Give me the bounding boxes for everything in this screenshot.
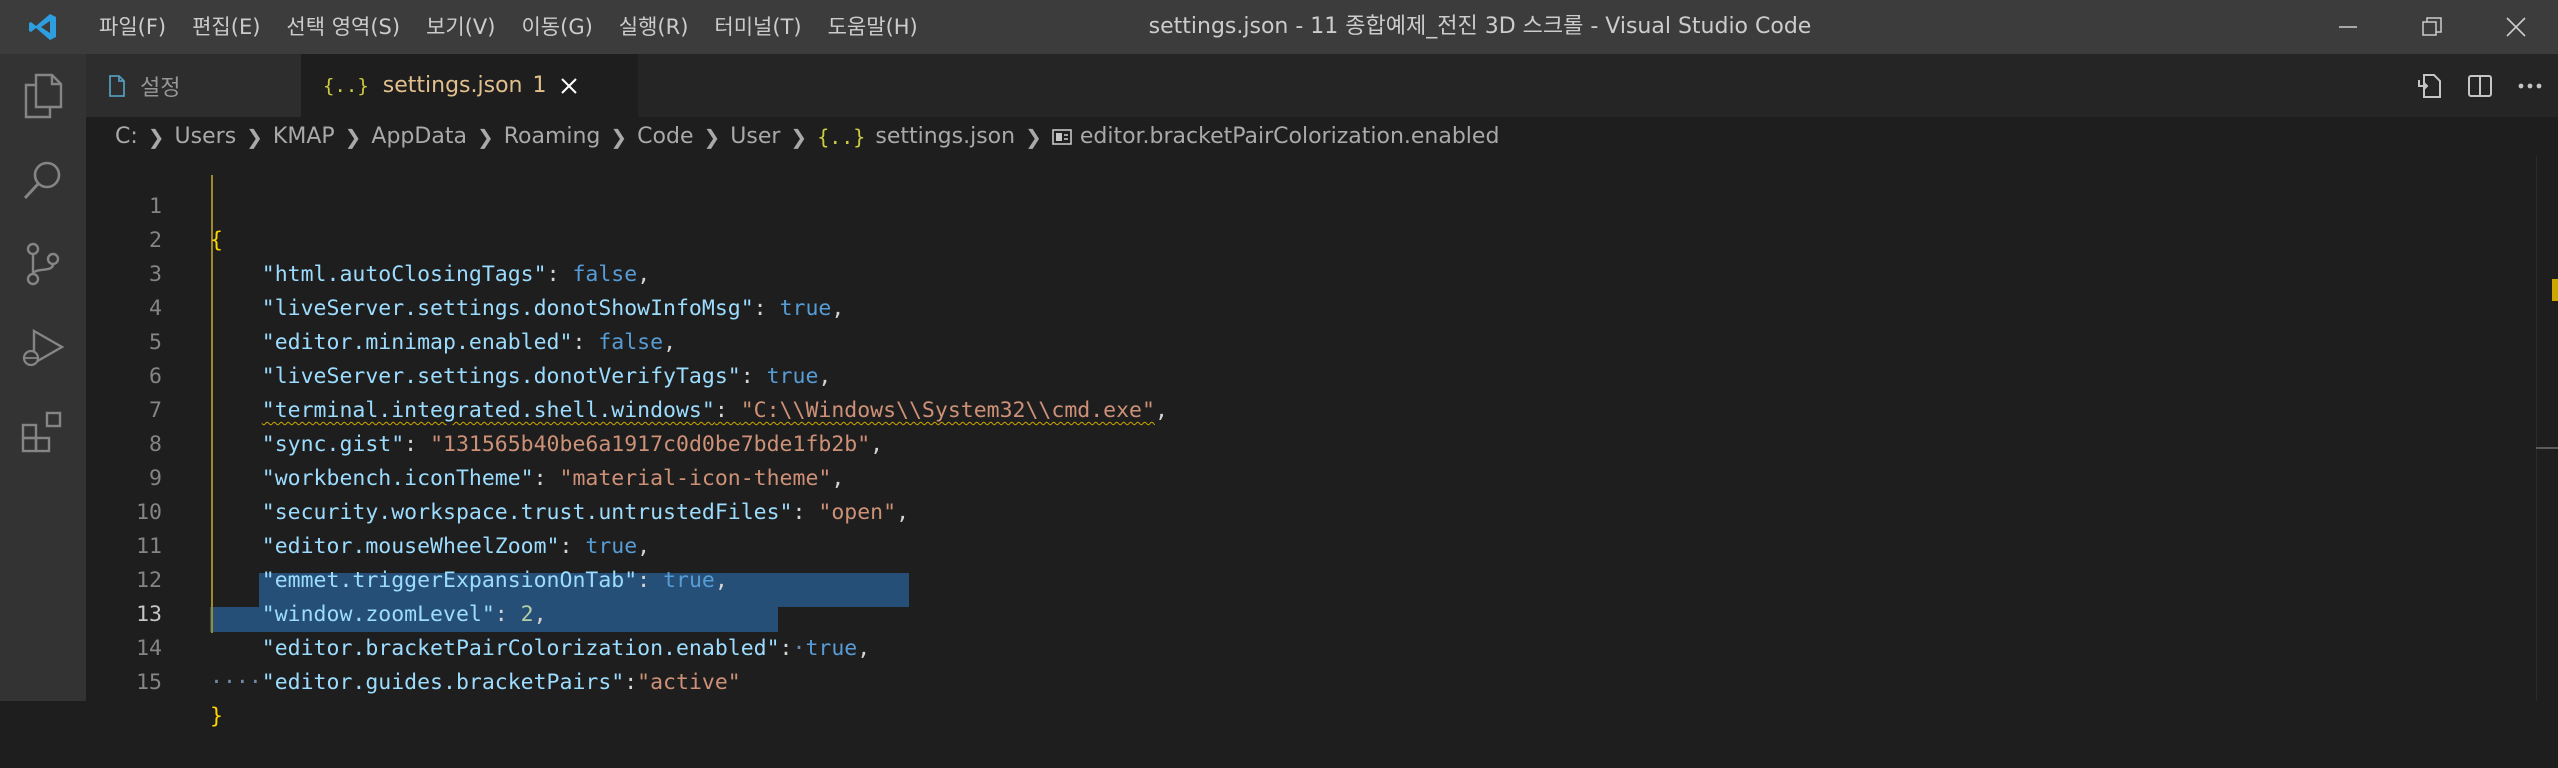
menu-view[interactable]: 보기(V) — [413, 0, 508, 54]
source-control-icon — [26, 242, 60, 286]
tab-bar: 설정 {..} settings.json 1 — [86, 54, 2558, 117]
run-debug-button[interactable] — [0, 306, 86, 390]
tab-label: settings.json — [382, 73, 523, 98]
breadcrumb-item[interactable]: C: — [115, 124, 138, 149]
breadcrumb-item[interactable]: KMAP — [273, 124, 335, 149]
restore-icon — [2422, 17, 2442, 36]
problems-count-badge: 1 — [532, 73, 547, 98]
explorer-button[interactable] — [0, 54, 86, 138]
chevron-right-icon: ❯ — [1025, 124, 1042, 149]
code-line-active: 13 "editor.bracketPairColorization.enabl… — [86, 564, 2536, 661]
title-bar: 파일(F) 편집(E) 선택 영역(S) 보기(V) 이동(G) 실행(R) 터… — [0, 0, 2558, 54]
breadcrumb-item[interactable]: User — [730, 124, 780, 149]
code-line: 8 "workbench.iconTheme": "material-icon-… — [86, 394, 2536, 491]
code-line: 2 "html.autoClosingTags": false, — [86, 190, 2536, 287]
menu-file[interactable]: 파일(F) — [86, 0, 179, 54]
chevron-right-icon: ❯ — [703, 124, 721, 149]
menu-selection[interactable]: 선택 영역(S) — [273, 0, 413, 54]
close-icon — [2506, 17, 2526, 37]
chevron-right-icon: ❯ — [610, 124, 628, 149]
editor-actions — [2416, 54, 2544, 117]
tab-label: 설정 — [140, 75, 181, 101]
line-number: 15 — [136, 670, 162, 695]
files-icon — [24, 73, 63, 119]
tab-close-button[interactable] — [560, 77, 578, 95]
breadcrumb-symbol-label: editor.bracketPairColorization.enabled — [1079, 124, 1500, 149]
breadcrumb-item[interactable]: Roaming — [504, 124, 601, 149]
activity-bar — [0, 54, 86, 701]
source-control-button[interactable] — [0, 222, 86, 306]
token-string: "active" — [637, 670, 741, 695]
json-braces-icon: {..} — [817, 124, 866, 149]
code-line: 1 { — [86, 156, 2536, 253]
code-line: 15 } — [86, 632, 2536, 729]
close-window-button[interactable] — [2474, 0, 2558, 54]
code-line: 9 "security.workspace.trust.untrustedFil… — [86, 428, 2536, 525]
ellipsis-icon — [2518, 83, 2542, 88]
menu-edit[interactable]: 편집(E) — [179, 0, 273, 54]
menu-bar: 파일(F) 편집(E) 선택 영역(S) 보기(V) 이동(G) 실행(R) 터… — [86, 0, 931, 54]
code-line: 6 "terminal.integrated.shell.windows": "… — [86, 326, 2536, 423]
open-settings-ui-button[interactable] — [2416, 72, 2444, 100]
code-line: 14 ····"editor.guides.bracketPairs":"act… — [86, 598, 2536, 695]
file-icon — [108, 74, 126, 97]
window-title: settings.json - 11 종합예제_전진 3D 스크롤 - Visu… — [1148, 14, 1812, 39]
code-line: 3 "liveServer.settings.donotShowInfoMsg"… — [86, 224, 2536, 321]
extensions-icon — [21, 411, 62, 453]
overview-ruler-cursor — [2536, 447, 2558, 449]
tab-settings-json[interactable]: {..} settings.json 1 — [301, 54, 638, 117]
menu-go[interactable]: 이동(G) — [508, 0, 605, 54]
open-file-icon — [2418, 73, 2441, 98]
chevron-right-icon: ❯ — [147, 124, 165, 149]
search-icon — [23, 161, 61, 200]
breadcrumb-item[interactable]: AppData — [371, 124, 467, 149]
chevron-right-icon: ❯ — [246, 124, 263, 149]
chevron-right-icon: ❯ — [476, 124, 494, 149]
extensions-button[interactable] — [0, 390, 86, 474]
code-line: 10 "editor.mouseWheelZoom": true, — [86, 462, 2536, 559]
search-button[interactable] — [0, 138, 86, 222]
breadcrumb-item[interactable]: Code — [637, 124, 693, 149]
breadcrumb-file-label: settings.json — [875, 124, 1016, 149]
menu-terminal[interactable]: 터미널(T) — [701, 0, 814, 54]
breadcrumb-item[interactable]: Users — [175, 124, 237, 149]
breadcrumb-symbol[interactable]: editor.bracketPairColorization.enabled — [1052, 124, 1500, 149]
code-line: 5 "liveServer.settings.donotVerifyTags":… — [86, 292, 2536, 389]
split-editor-button[interactable] — [2466, 72, 2494, 100]
chevron-right-icon: ❯ — [790, 124, 808, 149]
token-key: "editor.guides.bracketPairs" — [261, 670, 625, 695]
split-editor-icon — [2468, 74, 2492, 97]
chevron-right-icon: ❯ — [344, 124, 362, 149]
breadcrumb: C: ❯ Users ❯ KMAP ❯ AppData ❯ Roaming ❯ … — [115, 117, 1499, 156]
restore-button[interactable] — [2390, 0, 2474, 54]
more-actions-button[interactable] — [2516, 72, 2544, 100]
tab-settings[interactable]: 설정 — [86, 54, 301, 117]
vscode-logo-icon[interactable] — [0, 0, 86, 54]
run-debug-icon — [22, 328, 65, 367]
property-icon — [1052, 128, 1072, 145]
menu-help[interactable]: 도움말(H) — [815, 0, 931, 54]
code-line: 12 "window.zoomLevel": 2, — [86, 530, 2536, 627]
breadcrumb-file[interactable]: {..} settings.json — [817, 124, 1015, 149]
close-icon — [561, 77, 578, 94]
overview-ruler-warning-marker — [2552, 279, 2558, 301]
token-brace: } — [210, 704, 223, 729]
window-controls — [2306, 0, 2558, 54]
menu-run[interactable]: 실행(R) — [606, 0, 702, 54]
minimize-icon — [2339, 26, 2357, 28]
vertical-scrollbar[interactable] — [2536, 156, 2558, 701]
json-braces-icon: {..} — [323, 74, 369, 97]
code-line: 4 "editor.minimap.enabled": false, — [86, 258, 2536, 355]
code-line: 7 "sync.gist": "131565b40be6a1917c0d0be7… — [86, 360, 2536, 457]
minimize-button[interactable] — [2306, 0, 2390, 54]
code-line: 11 "emmet.triggerExpansionOnTab": true, — [86, 496, 2536, 593]
